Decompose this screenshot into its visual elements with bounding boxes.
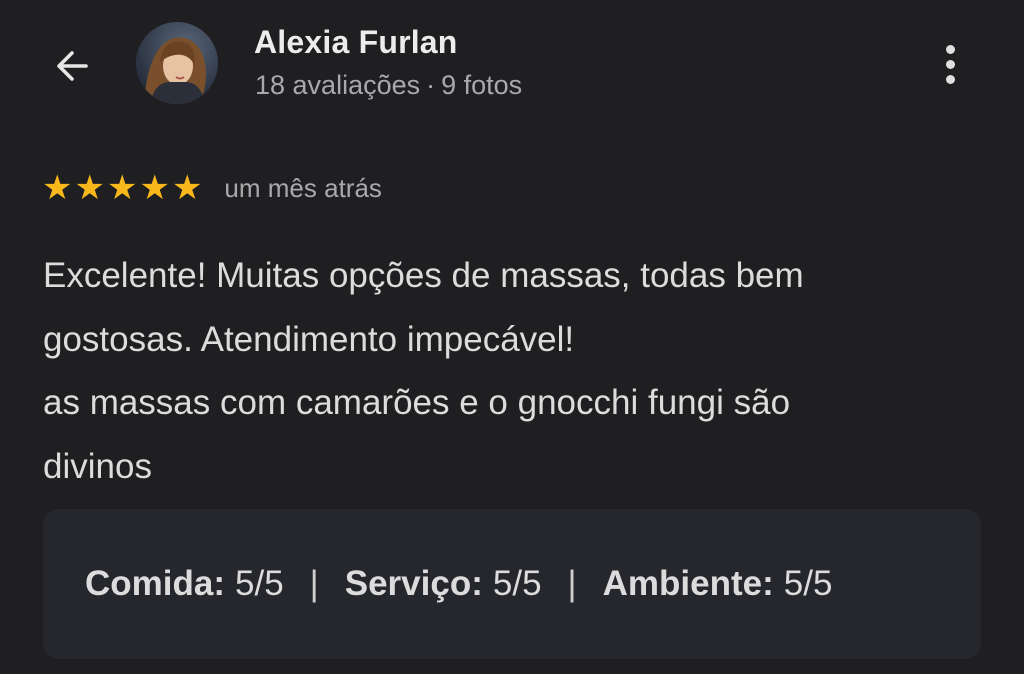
review-body: Excelente! Muitas opções de massas, toda… (43, 244, 993, 498)
score-divider: | (567, 564, 577, 603)
review-text-line: divinos (43, 446, 152, 486)
score-value: 5/5 (492, 564, 542, 603)
review-date: um mês atrás (224, 172, 382, 203)
score-service: Serviço: 5/5 (345, 564, 542, 604)
review-text-line: Excelente! Muitas opções de massas, toda… (43, 256, 804, 295)
more-vertical-icon (945, 44, 955, 84)
star-icon: ★ (139, 169, 170, 207)
more-options-button[interactable] (930, 38, 970, 90)
rating-row: ★ ★ ★ ★ ★ um mês atrás (42, 170, 382, 206)
score-label: Serviço: (344, 564, 483, 603)
score-value: 5/5 (783, 564, 833, 603)
score-value: 5/5 (235, 564, 284, 603)
star-rating: ★ ★ ★ ★ ★ (42, 170, 202, 206)
reviews-count: 18 avaliações (255, 70, 421, 100)
score-label: Ambiente: (602, 564, 774, 603)
score-label: Comida: (85, 564, 225, 603)
star-icon: ★ (106, 169, 138, 207)
review-screen: Alexia Furlan 18 avaliações · 9 fotos ★ ★ … (0, 0, 1024, 674)
meta-separator: · (426, 70, 436, 100)
user-name[interactable]: Alexia Furlan (254, 24, 458, 61)
profile-photo (136, 22, 218, 104)
star-icon: ★ (171, 169, 203, 207)
star-icon: ★ (74, 169, 105, 207)
review-text-line: as massas com camarões e o gnocchi fungi… (43, 383, 791, 422)
score-ambience: Ambiente: 5/5 (603, 564, 833, 604)
score-divider: | (309, 564, 319, 603)
star-icon: ★ (42, 169, 73, 207)
arrow-left-icon (57, 51, 88, 81)
review-text-line: gostosas. Atendimento impecável! (43, 319, 575, 359)
user-stats: 18 avaliações · 9 fotos (255, 70, 522, 101)
back-button[interactable] (44, 38, 100, 94)
photos-count: 9 fotos (441, 70, 523, 100)
score-food: Comida: 5/5 (85, 564, 284, 604)
attribute-scores-card: Comida: 5/5 | Serviço: 5/5 | Ambiente: 5/5 (43, 509, 981, 659)
avatar[interactable] (136, 22, 218, 104)
